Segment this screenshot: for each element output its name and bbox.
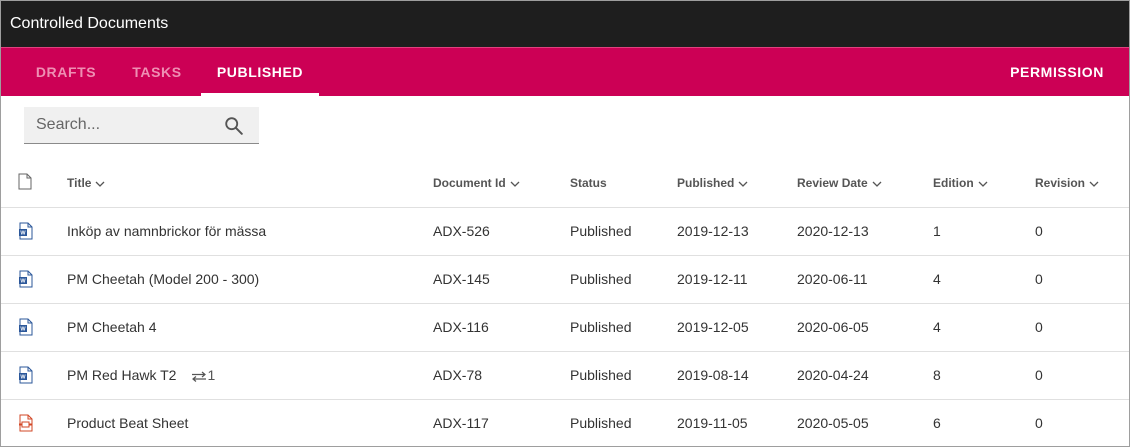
swap-arrows-icon <box>192 371 207 382</box>
column-header-published[interactable]: Published <box>677 159 797 208</box>
chevron-down-icon <box>1089 181 1099 187</box>
table-row[interactable]: Product Beat Sheet ADX-117 Published 201… <box>1 399 1129 446</box>
row-icon-cell: W <box>1 351 67 400</box>
row-icon-cell: W <box>1 207 67 256</box>
row-document-id: ADX-117 <box>433 399 570 446</box>
row-edition: 8 <box>933 351 1035 400</box>
row-review-date: 2020-12-13 <box>797 207 933 256</box>
pdf-document-icon <box>19 414 33 432</box>
row-title[interactable]: Inköp av namnbrickor för mässa <box>67 207 433 256</box>
svg-text:W: W <box>20 279 26 285</box>
row-review-date: 2020-04-24 <box>797 351 933 400</box>
row-edition: 4 <box>933 255 1035 304</box>
search-input[interactable] <box>24 107 219 143</box>
column-header-review-date[interactable]: Review Date <box>797 159 933 208</box>
row-document-id: ADX-116 <box>433 303 570 352</box>
row-revision: 0 <box>1035 303 1129 352</box>
tab-tasks[interactable]: TASKS <box>114 48 200 96</box>
row-document-id: ADX-78 <box>433 351 570 400</box>
row-edition: 4 <box>933 303 1035 352</box>
word-document-icon: W <box>19 366 33 384</box>
word-document-icon: W <box>19 318 33 336</box>
chevron-down-icon <box>872 181 882 187</box>
row-title-cell[interactable]: PM Red Hawk T2 1 <box>67 351 433 400</box>
permission-button[interactable]: PERMISSION <box>1010 48 1104 96</box>
column-header-revision[interactable]: Revision <box>1035 159 1129 208</box>
app-window: Controlled Documents DRAFTS TASKS PUBLIS… <box>0 0 1130 447</box>
chevron-down-icon <box>978 181 988 187</box>
row-status: Published <box>570 303 677 352</box>
column-header-title[interactable]: Title <box>67 159 433 208</box>
column-label: Revision <box>1035 175 1086 190</box>
row-status: Published <box>570 399 677 446</box>
linked-documents-count: 1 <box>207 367 216 383</box>
row-status: Published <box>570 351 677 400</box>
table-row[interactable]: W PM Cheetah 4 ADX-116 Published 2019-12… <box>1 303 1129 352</box>
column-header-document-id[interactable]: Document Id <box>433 159 570 208</box>
row-review-date: 2020-06-05 <box>797 303 933 352</box>
svg-text:W: W <box>20 327 26 333</box>
row-status: Published <box>570 255 677 304</box>
row-title[interactable]: PM Cheetah (Model 200 - 300) <box>67 255 433 304</box>
row-title[interactable]: PM Red Hawk T2 <box>67 367 176 383</box>
row-document-id: ADX-145 <box>433 255 570 304</box>
row-published-date: 2019-12-11 <box>677 255 797 304</box>
tab-published[interactable]: PUBLISHED <box>201 48 319 96</box>
word-document-icon: W <box>19 222 33 240</box>
search-box <box>24 107 259 144</box>
table-row[interactable]: W PM Cheetah (Model 200 - 300) ADX-145 P… <box>1 255 1129 304</box>
word-document-icon: W <box>19 270 33 288</box>
column-label: Published <box>677 175 735 190</box>
tab-bar: DRAFTS TASKS PUBLISHED PERMISSION <box>1 47 1129 96</box>
column-label: Title <box>67 175 92 190</box>
row-revision: 0 <box>1035 255 1129 304</box>
row-edition: 1 <box>933 207 1035 256</box>
row-document-id: ADX-526 <box>433 207 570 256</box>
row-icon-cell: W <box>1 255 67 304</box>
table-header-row: Title Document Id Status Published Revie… <box>1 159 1129 208</box>
row-published-date: 2019-12-13 <box>677 207 797 256</box>
table-row[interactable]: W PM Red Hawk T2 1 ADX-78 Published 2019-… <box>1 351 1129 400</box>
column-header-status: Status <box>570 159 677 208</box>
search-icon[interactable] <box>223 115 245 137</box>
documents-table: Title Document Id Status Published Revie… <box>1 159 1129 446</box>
chevron-down-icon <box>510 181 520 187</box>
linked-documents-badge[interactable]: 1 <box>191 367 215 383</box>
chevron-down-icon <box>95 181 105 187</box>
row-published-date: 2019-12-05 <box>677 303 797 352</box>
row-revision: 0 <box>1035 207 1129 256</box>
column-label: Document Id <box>433 175 506 190</box>
chevron-down-icon <box>738 181 748 187</box>
table-row[interactable]: W Inköp av namnbrickor för mässa ADX-526… <box>1 207 1129 256</box>
app-title: Controlled Documents <box>1 1 1129 47</box>
column-label: Status <box>570 175 607 190</box>
row-review-date: 2020-05-05 <box>797 399 933 446</box>
row-icon-cell <box>1 399 67 446</box>
svg-text:W: W <box>20 375 26 381</box>
document-type-icon <box>18 173 32 190</box>
row-title[interactable]: PM Cheetah 4 <box>67 303 433 352</box>
row-published-date: 2019-08-14 <box>677 351 797 400</box>
column-label: Edition <box>933 175 974 190</box>
row-status: Published <box>570 207 677 256</box>
row-published-date: 2019-11-05 <box>677 399 797 446</box>
row-revision: 0 <box>1035 351 1129 400</box>
header-type-cell <box>1 159 67 208</box>
row-review-date: 2020-06-11 <box>797 255 933 304</box>
row-edition: 6 <box>933 399 1035 446</box>
row-icon-cell: W <box>1 303 67 352</box>
tab-drafts[interactable]: DRAFTS <box>19 48 113 96</box>
row-title[interactable]: Product Beat Sheet <box>67 399 433 446</box>
row-revision: 0 <box>1035 399 1129 446</box>
column-header-edition[interactable]: Edition <box>933 159 1035 208</box>
column-label: Review Date <box>797 175 868 190</box>
svg-text:W: W <box>20 231 26 237</box>
active-tab-indicator <box>201 93 319 96</box>
